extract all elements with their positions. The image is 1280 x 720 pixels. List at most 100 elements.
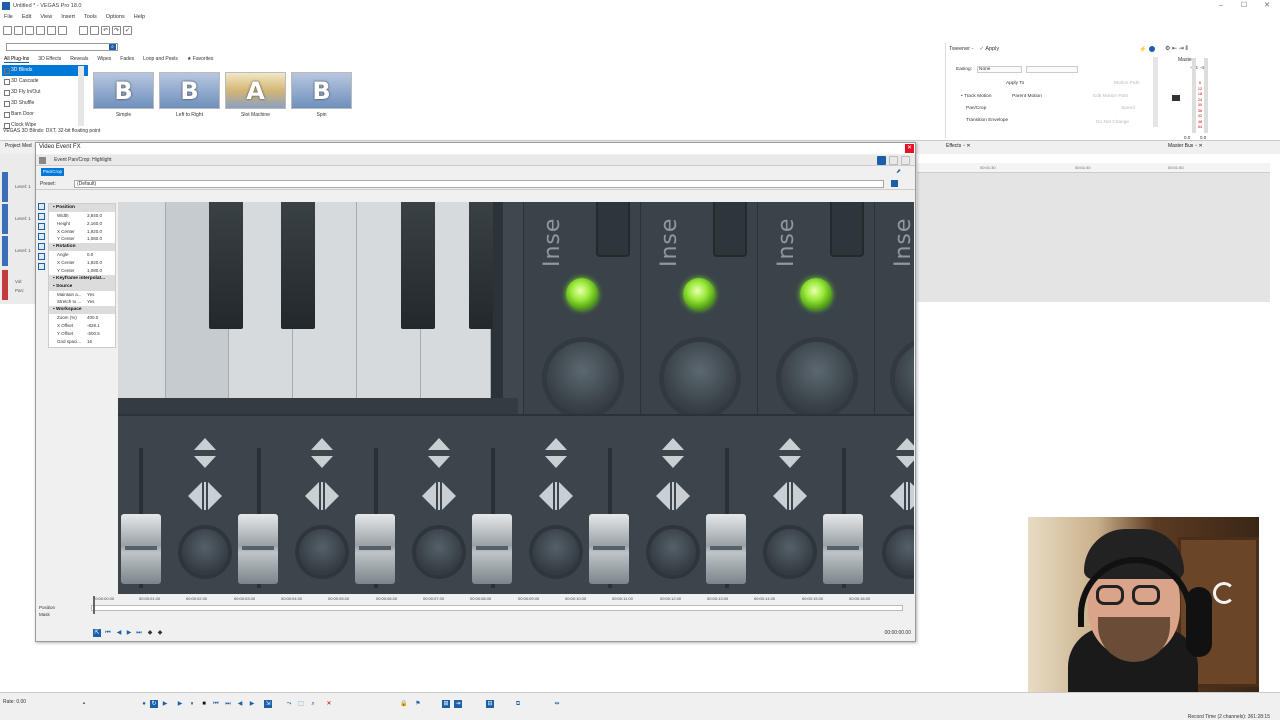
preset-dropdown[interactable]: (Default) xyxy=(74,180,884,188)
property-row[interactable]: Maintain a... Yes xyxy=(49,291,115,299)
lock-aspect-icon[interactable] xyxy=(38,233,45,240)
fx-chain-menu-icon[interactable] xyxy=(877,156,886,165)
property-row[interactable]: Angle 0.0 xyxy=(49,251,115,259)
property-row[interactable]: Zoom (%) 400.0 xyxy=(49,314,115,322)
fx-chain-icon[interactable] xyxy=(39,157,46,164)
property-row[interactable]: Stretch to ... Yes xyxy=(49,298,115,306)
play-from-start-icon[interactable]: ▶ xyxy=(161,700,169,708)
timeline-ruler[interactable] xyxy=(917,163,1270,173)
keyframe-playhead[interactable] xyxy=(93,596,95,614)
tweener-scrollbar[interactable] xyxy=(1153,57,1158,127)
menu-tools[interactable]: Tools xyxy=(84,14,97,20)
section-rotation[interactable]: ▪ Rotation xyxy=(49,243,115,252)
save-icon[interactable] xyxy=(25,25,34,35)
keyframe-row-mask[interactable]: Mask xyxy=(39,612,50,617)
preset-thumbnail[interactable]: B xyxy=(159,72,220,109)
easing-param-field[interactable] xyxy=(1026,66,1078,73)
minimize-button[interactable]: – xyxy=(1210,0,1232,12)
keyframe-bar[interactable] xyxy=(91,605,903,611)
master-toolbar-icons[interactable]: ⚙ ⇤ ⇥ ⦀ xyxy=(1165,45,1188,53)
copy-icon[interactable] xyxy=(90,25,99,35)
property-row[interactable]: Width 3,840.0 xyxy=(49,212,115,220)
property-row[interactable]: Height 2,160.0 xyxy=(49,220,115,228)
lock-envelopes-icon[interactable]: ⊟ xyxy=(486,700,494,708)
track-header[interactable]: Level: 1 xyxy=(0,204,38,234)
last-keyframe-icon[interactable]: ⏭ xyxy=(135,629,143,637)
save-preset-icon[interactable] xyxy=(891,180,898,187)
vefx-title-bar[interactable]: Video Event FX ✕ xyxy=(36,143,915,154)
track-motion-radio[interactable]: • Track Motion xyxy=(961,94,991,99)
maximize-button[interactable]: ☐ xyxy=(1233,0,1255,12)
tab-project-media[interactable]: Project Med xyxy=(5,143,32,149)
menu-options[interactable]: Options xyxy=(106,14,125,20)
menu-edit[interactable]: Edit xyxy=(22,14,31,20)
menu-insert[interactable]: Insert xyxy=(61,14,75,20)
track-header[interactable]: Level: 1 xyxy=(0,236,38,266)
rate-slider-icon[interactable]: ▪ xyxy=(80,700,88,708)
marker-icon[interactable]: ⚑ xyxy=(414,700,422,708)
section-source[interactable]: ▪ Source xyxy=(49,282,115,291)
audio-track-header[interactable]: Vol: Pan: xyxy=(0,270,38,300)
property-row[interactable]: Y Center 1,080.0 xyxy=(49,235,115,243)
property-row[interactable]: Y Offset -500.5 xyxy=(49,330,115,338)
tab-3d-effects[interactable]: 3D Effects xyxy=(38,56,61,63)
keyframe-row-position[interactable]: Position xyxy=(39,605,55,610)
new-file-icon[interactable] xyxy=(3,25,12,35)
property-row[interactable]: X Center 1,920.0 xyxy=(49,259,115,267)
plugin-item[interactable]: 3D Fly In/Out xyxy=(2,87,88,98)
vefx-close-button[interactable]: ✕ xyxy=(905,144,914,153)
record-icon[interactable]: ● xyxy=(140,700,148,708)
timeline-tracks[interactable] xyxy=(917,173,1270,302)
plugin-item[interactable]: 3D Blinds xyxy=(2,65,88,76)
pan-crop-fx-button[interactable]: Pan/Crop xyxy=(41,168,65,176)
tab-reveals[interactable]: Reveals xyxy=(70,56,88,63)
selection-tool-icon[interactable]: ⬚ xyxy=(297,700,305,708)
select-tool-icon[interactable] xyxy=(38,213,45,220)
section-workspace[interactable]: ▪ Workspace xyxy=(49,306,115,315)
property-row[interactable]: Grid spaci... 16 xyxy=(49,338,115,346)
envelope-tool-icon[interactable]: ⤳ xyxy=(285,700,293,708)
keyframe-ruler[interactable]: 00:00:00.00 00:00:01.00 00:00:02.00 00:0… xyxy=(91,596,907,604)
next-keyframe-icon[interactable]: ▶ xyxy=(125,629,133,637)
first-keyframe-icon[interactable]: ⏮ xyxy=(104,629,112,637)
edit-tool-icon[interactable]: ⇲ xyxy=(264,700,272,708)
play-icon[interactable]: ▶ xyxy=(176,700,184,708)
stop-icon[interactable]: ■ xyxy=(200,700,208,708)
tweener-title[interactable]: Tweener - xyxy=(949,46,973,52)
property-row[interactable]: X Center 1,920.0 xyxy=(49,228,115,236)
pan-crop-option[interactable]: Pan/Crop xyxy=(966,106,986,111)
edit-motion-path-button[interactable]: Edit Motion Path xyxy=(1093,94,1128,99)
section-position[interactable]: ▪ Position xyxy=(49,204,115,212)
tab-master-bus[interactable]: Master Bus ▫ ✕ xyxy=(1168,143,1203,149)
property-row[interactable]: Y Center 1,080.0 xyxy=(49,267,115,275)
delete-keyframe-icon[interactable]: ◆ xyxy=(156,629,164,637)
keyframe-icon[interactable]: ⬈ xyxy=(896,168,901,175)
zoom-tool-icon[interactable]: ⌕ xyxy=(309,700,317,708)
close-button[interactable]: ✕ xyxy=(1256,0,1278,12)
go-to-end-icon[interactable]: ⏭ xyxy=(224,700,232,708)
lock-icon[interactable]: 🔒 xyxy=(400,700,408,708)
track-header[interactable]: Level: 1 xyxy=(0,172,38,202)
next-frame-icon[interactable]: ▶ xyxy=(248,700,256,708)
settings-icon[interactable] xyxy=(58,25,67,35)
search-icon[interactable]: ⌕ xyxy=(109,44,116,50)
tab-fades[interactable]: Fades xyxy=(120,56,134,63)
check-icon[interactable]: ✓ xyxy=(123,25,132,35)
tab-all-plugins[interactable]: All Plug-Ins xyxy=(4,56,30,63)
master-fader[interactable] xyxy=(1172,95,1180,101)
preset-thumbnail[interactable]: B xyxy=(291,72,352,109)
transition-envelope-option[interactable]: Transition Envelope xyxy=(966,118,1008,123)
tab-wipes[interactable]: Wipes xyxy=(97,56,111,63)
auto-ripple-icon[interactable]: ⇥ xyxy=(454,700,462,708)
scale-center-icon[interactable] xyxy=(38,243,45,250)
plugin-item[interactable]: Barn Door xyxy=(2,109,88,120)
cut-icon[interactable] xyxy=(79,25,88,35)
do-not-change-option[interactable]: Do Not Change xyxy=(1096,120,1129,125)
pan-crop-canvas[interactable]: Inse Inse Inse Inse xyxy=(118,202,914,594)
fx-chain-icon-c[interactable] xyxy=(901,156,910,165)
go-to-start-icon[interactable]: ⏮ xyxy=(212,700,220,708)
menu-file[interactable]: File xyxy=(4,14,13,20)
redo-icon[interactable]: ↷ xyxy=(112,25,121,35)
tab-favorites[interactable]: ★ Favorites xyxy=(187,56,213,63)
add-keyframe-icon[interactable]: ◆ xyxy=(146,629,154,637)
